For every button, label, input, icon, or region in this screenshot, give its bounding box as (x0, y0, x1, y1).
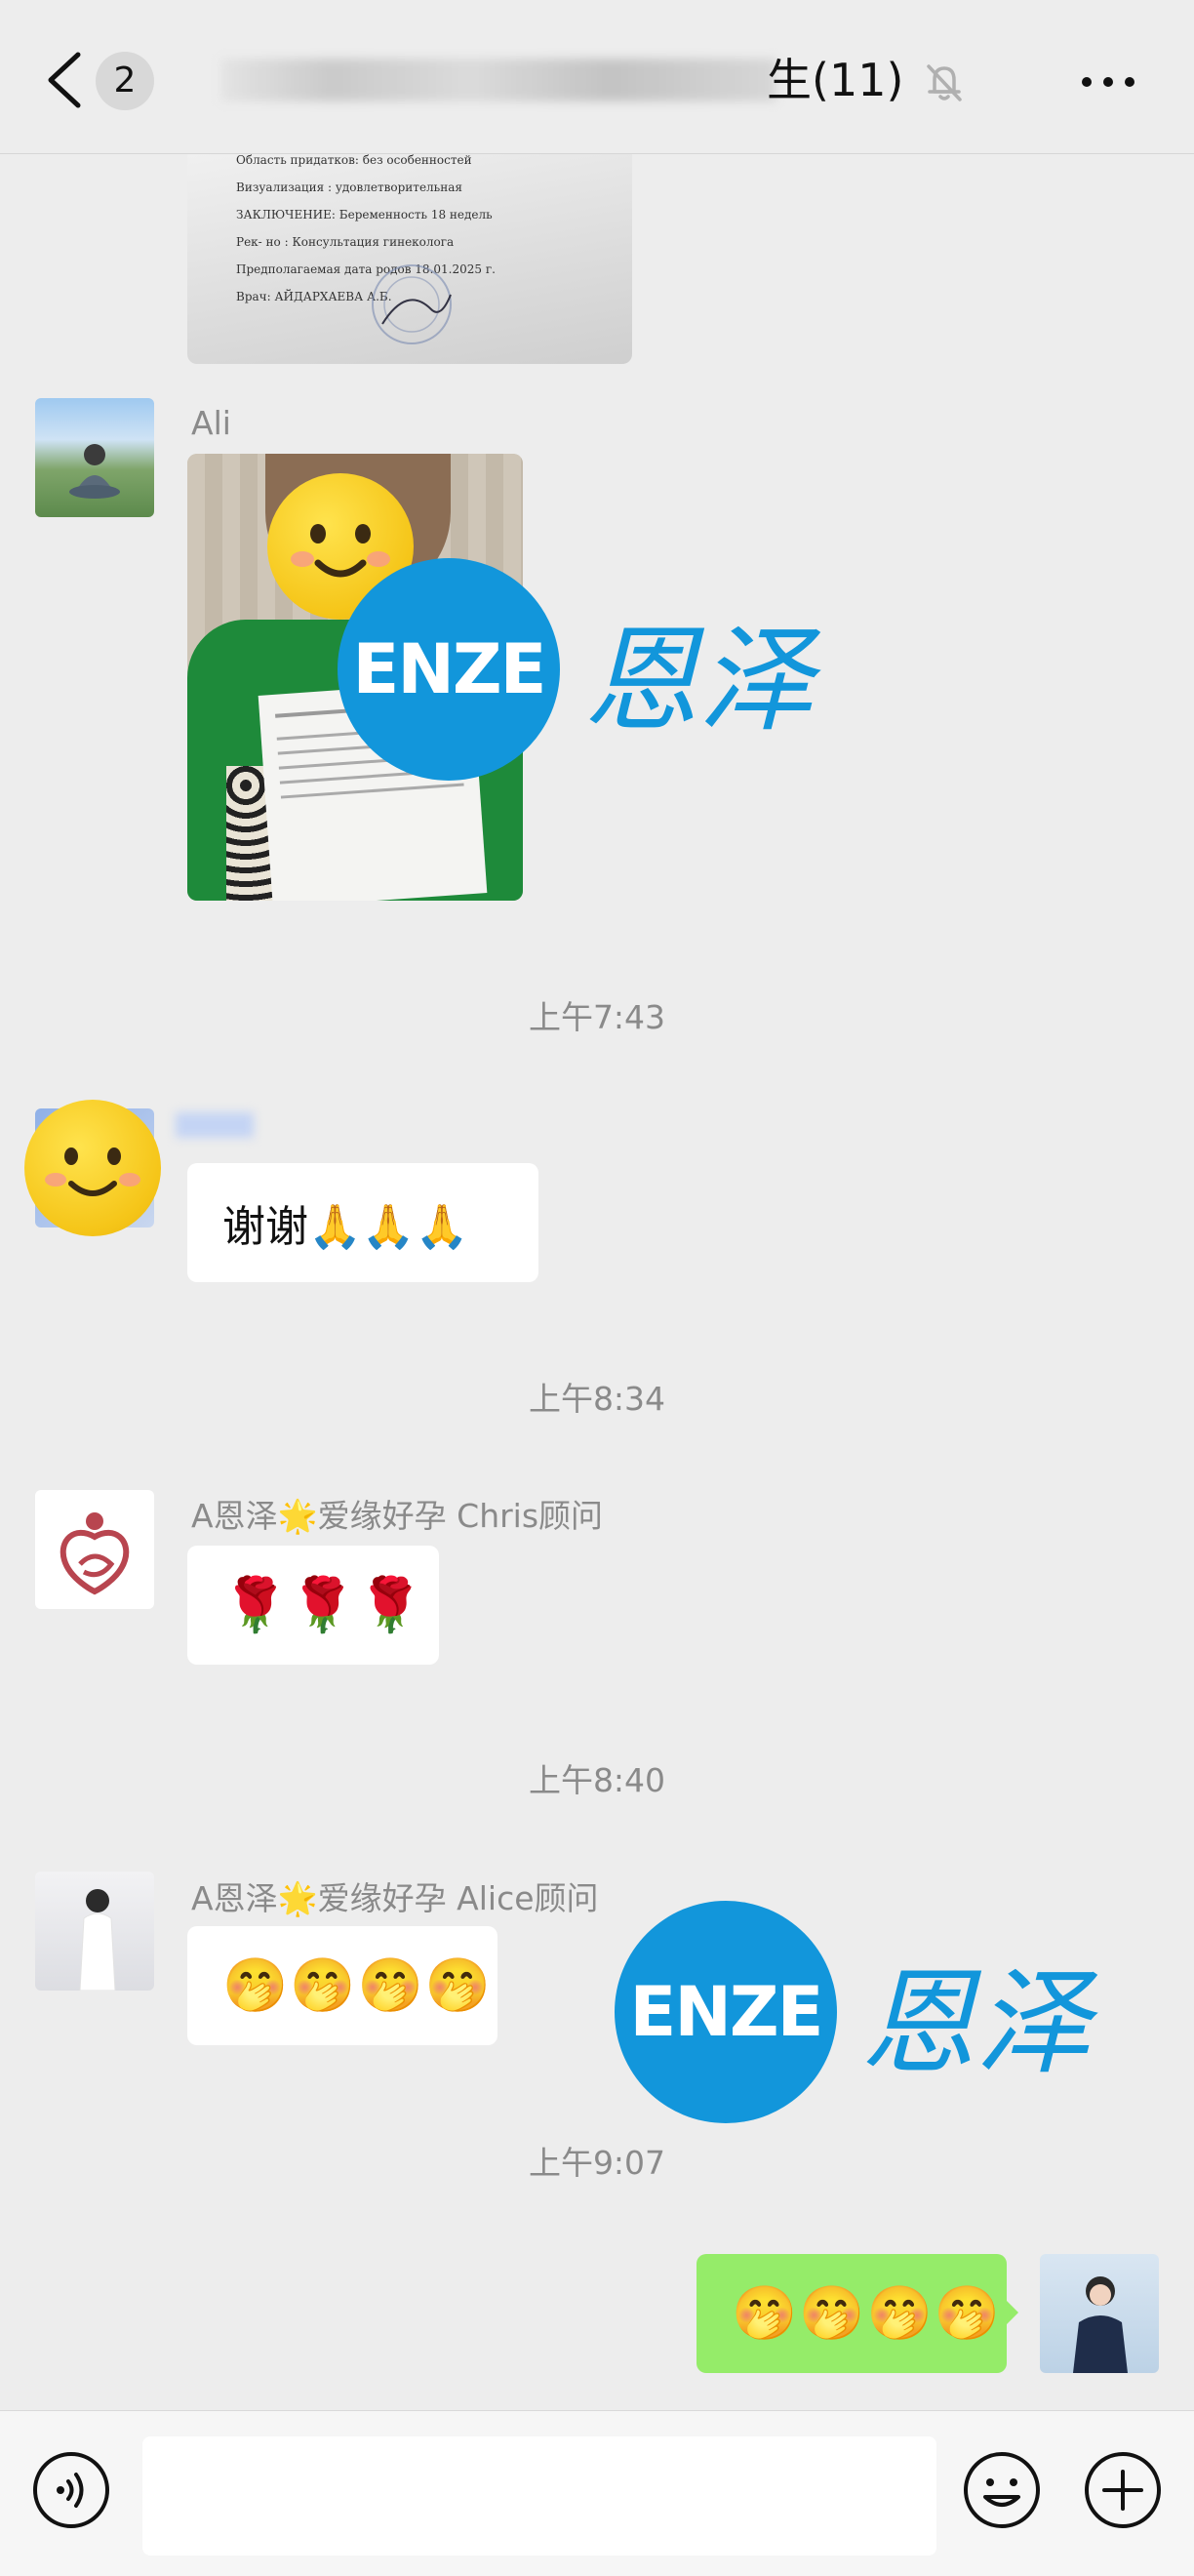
watermark-text: 恩泽 (583, 612, 815, 747)
chevron-left-icon[interactable] (43, 51, 86, 109)
sender-name: Ali (191, 404, 231, 442)
watermark-logo: ENZE (615, 1901, 837, 2123)
document-photo[interactable]: Область придатков: без особенностей Визу… (187, 153, 632, 364)
chat-title: 生(11) (767, 54, 904, 106)
message-bubble[interactable]: 🌹 🌹 🌹 (187, 1546, 439, 1665)
timestamp: 上午8:40 (528, 1761, 666, 1799)
doc-line: Область придатков: без особенностей (236, 153, 472, 167)
unread-count-badge[interactable]: 2 (96, 52, 154, 110)
hand-over-mouth-emoji: 🤭 (290, 1954, 356, 2016)
rose-emoji: 🌹 (222, 1574, 289, 1635)
avatar[interactable] (35, 398, 154, 517)
avatar[interactable] (35, 1490, 154, 1609)
emoji-row: 🤭 🤭 🤭 🤭 (732, 2284, 1000, 2343)
ellipsis-icon[interactable] (1077, 59, 1139, 105)
message-text: 谢谢🙏🙏🙏 (222, 1202, 469, 1252)
smiley-sticker-icon (24, 1100, 161, 1236)
doc-line: Визуализация : удовлетворительная (236, 181, 462, 194)
person-icon (1073, 2276, 1128, 2373)
doc-line: ЗАКЛЮЧЕНИЕ: Беременность 18 недель (236, 208, 493, 221)
hand-over-mouth-emoji: 🤭 (934, 2282, 1000, 2344)
own-message-bubble[interactable]: 🤭 🤭 🤭 🤭 (696, 2254, 1007, 2373)
my-avatar[interactable] (1040, 2254, 1159, 2373)
bell-off-icon (927, 64, 962, 101)
chat-header: 2 生(11) (0, 0, 1194, 154)
bubble-tail (1005, 2299, 1018, 2326)
hand-over-mouth-emoji: 🤭 (357, 1954, 423, 2016)
timestamp: 上午7:43 (528, 998, 666, 1036)
timestamp: 上午8:34 (528, 1380, 666, 1418)
hand-over-mouth-emoji: 🤭 (732, 2282, 798, 2344)
watermark-logo: ENZE (338, 558, 560, 781)
input-bar (0, 2410, 1194, 2576)
message-bubble[interactable]: 谢谢🙏🙏🙏 (187, 1163, 538, 1282)
blurred-sender-name (176, 1112, 254, 1138)
hand-over-mouth-emoji: 🤭 (222, 1954, 289, 2016)
enze-watermark: ENZE 恩泽 (338, 558, 814, 781)
emoji-row: 🌹 🌹 🌹 (222, 1576, 423, 1634)
timestamp: 上午9:07 (528, 2144, 666, 2182)
hand-over-mouth-emoji: 🤭 (866, 2282, 933, 2344)
smiley-face-icon[interactable] (962, 2450, 1042, 2530)
hand-over-mouth-emoji: 🤭 (799, 2282, 865, 2344)
heart-logo-icon (60, 1512, 130, 1595)
blurred-group-name (220, 59, 776, 101)
person-icon (79, 1889, 116, 1991)
sender-name: A恩泽🌟爱缘好孕 Alice顾问 (191, 1879, 599, 1917)
voice-icon[interactable] (31, 2450, 111, 2530)
emoji-row: 🤭 🤭 🤭 🤭 (222, 1956, 491, 2015)
stamp-icon (372, 264, 452, 344)
enze-watermark: ENZE 恩泽 (615, 1901, 1091, 2123)
rose-emoji: 🌹 (290, 1574, 356, 1635)
sender-name: A恩泽🌟爱缘好孕 Chris顾问 (191, 1497, 604, 1535)
avatar[interactable] (35, 1872, 154, 1991)
watermark-text: 恩泽 (860, 1954, 1092, 2090)
message-bubble[interactable]: 🤭 🤭 🤭 🤭 (187, 1926, 498, 2045)
rose-emoji: 🌹 (357, 1574, 423, 1635)
hand-over-mouth-emoji: 🤭 (424, 1954, 491, 2016)
person-icon (69, 444, 120, 499)
message-input[interactable] (142, 2436, 936, 2556)
doc-line: Рек- но : Консультация гинеколога (236, 235, 455, 249)
plus-circle-icon[interactable] (1083, 2450, 1163, 2530)
